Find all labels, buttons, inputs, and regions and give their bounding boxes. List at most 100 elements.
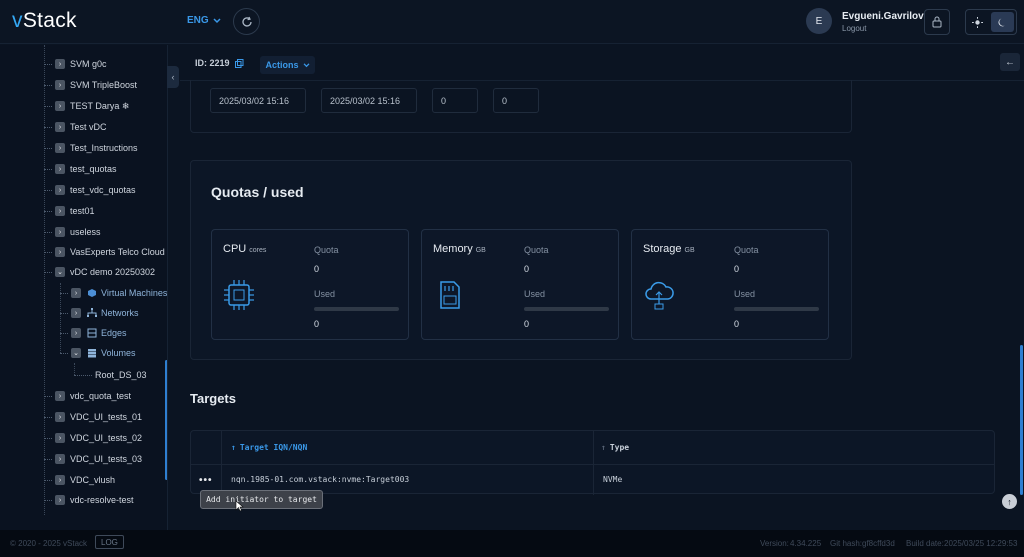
user-name: Evgueni.Gavrilov <box>842 11 924 22</box>
git-hash-label: Git hash: <box>830 539 863 548</box>
sidebar-item-volumes[interactable]: ⌄ Volumes <box>60 343 136 363</box>
used-value: 0 <box>314 319 320 329</box>
sun-icon[interactable] <box>966 10 989 34</box>
sidebar-item[interactable]: › VDC_UI_tests_03 <box>44 449 142 469</box>
language-selector[interactable]: ENG <box>187 15 221 26</box>
sidebar-item-edges[interactable]: › Edges <box>60 323 127 343</box>
sidebar-item[interactable]: › VDC_UI_tests_02 <box>44 428 142 448</box>
used-value: 0 <box>734 319 740 329</box>
sidebar-item[interactable]: › SVM TripleBoost <box>44 75 137 95</box>
sidebar-item[interactable]: › Test_Instructions <box>44 138 138 158</box>
sidebar-tree[interactable]: › SVM g0c › SVM TripleBoost › TEST Darya ❄ … <box>0 45 168 530</box>
sidebar-item[interactable]: › test01 <box>44 201 95 221</box>
sidebar-scrollbar[interactable] <box>165 360 167 480</box>
version-value: 4.34.225 <box>790 539 822 548</box>
build-date-value: 2025/03/25 12:29:53 <box>944 539 1018 548</box>
target-type-cell: NVMe <box>603 475 623 484</box>
column-header-target-iqn[interactable]: ↑ Target IQN/NQN <box>231 431 307 464</box>
sidebar-item[interactable]: › test_vdc_quotas <box>44 180 136 200</box>
copy-icon[interactable] <box>234 58 244 68</box>
column-divider <box>221 431 222 495</box>
language-label: ENG <box>187 15 209 26</box>
network-icon <box>86 308 97 319</box>
sidebar-item[interactable]: › test_quotas <box>44 159 117 179</box>
entity-id: ID: 2219 <box>195 58 244 68</box>
updated-date-field: 2025/03/02 15:16 <box>321 88 417 113</box>
cube-icon <box>86 288 97 299</box>
lock-button[interactable] <box>924 9 950 35</box>
git-hash-value: gf8cffd3d <box>862 539 895 548</box>
sidebar-item[interactable]: › VasExperts Telco Cloud <box>44 242 165 262</box>
chevron-down-icon <box>303 62 309 67</box>
sidebar-item[interactable]: › useless <box>44 222 101 242</box>
value-field: 0 <box>432 88 478 113</box>
sidebar-item-virtual-machines[interactable]: › Virtual Machines <box>60 283 167 303</box>
sort-arrow-icon: ↑ <box>601 443 606 452</box>
quota-name: Memory GB <box>433 243 486 255</box>
usage-bar <box>314 307 399 311</box>
used-label: Used <box>524 289 546 299</box>
build-date-label: Build date: <box>906 539 944 548</box>
used-label: Used <box>314 289 336 299</box>
column-divider <box>593 431 594 495</box>
vstack-logo[interactable]: vStack <box>12 9 77 33</box>
chevron-down-icon: ⌄ <box>55 267 65 277</box>
memory-card-icon <box>440 281 460 309</box>
id-label: ID: 2219 <box>195 58 230 68</box>
theme-toggle[interactable] <box>965 9 1017 35</box>
add-initiator-tooltip[interactable]: Add initiator to target <box>200 490 323 509</box>
sidebar-item[interactable]: › Test vDC <box>44 117 107 137</box>
created-date-field: 2025/03/02 15:16 <box>210 88 306 113</box>
quota-name: Storage GB <box>643 243 695 255</box>
app-footer: © 2020 - 2025 vStack LOG Version: 4.34.2… <box>0 530 1024 557</box>
storage-quota-card: Storage GB Quota 0 Used 0 <box>631 229 829 340</box>
logout-link[interactable]: Logout <box>842 24 866 33</box>
memory-quota-card: Memory GB Quota 0 Used 0 <box>421 229 619 340</box>
quota-label: Quota <box>734 245 759 255</box>
usage-bar <box>734 307 819 311</box>
refresh-icon <box>241 16 252 27</box>
sidebar-item[interactable]: › vdc-resolve-test <box>44 490 134 510</box>
sort-arrow-icon: ↑ <box>231 443 236 452</box>
sidebar-item-networks[interactable]: › Networks <box>60 303 139 323</box>
cloud-storage-icon <box>645 281 674 310</box>
scroll-top-button[interactable]: ↑ <box>1002 494 1017 509</box>
copyright: © 2020 - 2025 vStack <box>10 539 88 548</box>
sidebar-item-expanded[interactable]: ⌄ vDC demo 20250302 <box>44 262 155 282</box>
arrow-up-icon: ↑ <box>1007 496 1012 507</box>
actions-dropdown[interactable]: Actions <box>260 56 315 74</box>
used-value: 0 <box>524 319 530 329</box>
back-button[interactable]: ← <box>1000 53 1020 71</box>
column-header-type[interactable]: ↑ Type <box>601 431 629 464</box>
value-field: 0 <box>493 88 539 113</box>
collapse-sidebar-button[interactable]: ‹ <box>167 66 179 88</box>
sidebar-item[interactable]: › TEST Darya ❄ <box>44 96 129 116</box>
quota-value: 0 <box>314 264 320 274</box>
user-avatar[interactable]: E <box>806 8 832 34</box>
sidebar-item[interactable]: › VDC_vlush <box>44 470 115 490</box>
sidebar-item[interactable]: › vdc_quota_test <box>44 386 131 406</box>
quotas-title: Quotas / used <box>211 184 304 200</box>
database-icon <box>86 348 97 359</box>
refresh-button[interactable] <box>233 8 260 35</box>
version-label: Version: <box>760 539 789 548</box>
chevron-left-icon: ‹ <box>171 72 175 82</box>
edge-icon <box>86 328 97 339</box>
quota-name: CPU cores <box>223 243 267 255</box>
quota-label: Quota <box>314 245 339 255</box>
log-button[interactable]: LOG <box>95 535 124 549</box>
app-header: vStack ENG E Evgueni.Gavrilov Logout <box>0 0 1024 44</box>
main-scrollbar[interactable] <box>1020 345 1023 495</box>
chevron-down-icon <box>213 17 221 23</box>
quota-value: 0 <box>734 264 740 274</box>
moon-icon[interactable] <box>991 12 1014 32</box>
usage-bar <box>524 307 609 311</box>
quota-label: Quota <box>524 245 549 255</box>
lock-icon <box>932 16 942 28</box>
row-menu-icon[interactable]: ••• <box>199 475 213 486</box>
targets-table: ↑ Target IQN/NQN ↑ Type ••• nqn.1985-01.… <box>190 430 995 495</box>
sidebar-item-root-ds[interactable]: Root_DS_03 <box>74 365 147 385</box>
used-label: Used <box>734 289 756 299</box>
sidebar-item[interactable]: › VDC_UI_tests_01 <box>44 407 142 427</box>
sidebar-item[interactable]: › SVM g0c <box>44 54 107 74</box>
